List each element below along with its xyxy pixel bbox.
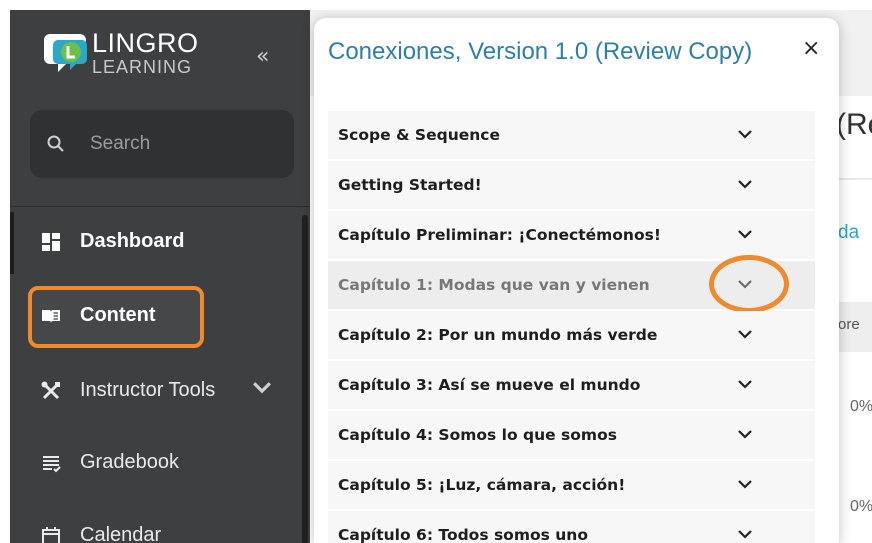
book-icon bbox=[42, 309, 60, 323]
sidebar: LINGRO LEARNING « Search Dashboard Conte… bbox=[10, 10, 310, 543]
sidebar-item-content[interactable]: Content bbox=[40, 304, 156, 327]
chapter-label: Capítulo 1: Modas que van y vienen bbox=[338, 276, 650, 294]
search-placeholder: Search bbox=[90, 133, 151, 154]
chapter-row[interactable]: Scope & Sequence bbox=[328, 111, 815, 159]
sidebar-item-gradebook[interactable]: Gradebook bbox=[40, 451, 179, 474]
background-page-title: (Re bbox=[836, 108, 872, 141]
gradebook-icon bbox=[43, 455, 61, 472]
chapter-label: Scope & Sequence bbox=[338, 126, 500, 144]
chapter-label: Getting Started! bbox=[338, 176, 482, 194]
chapter-row[interactable]: Capítulo 4: Somos lo que somos bbox=[328, 411, 815, 459]
chevron-down-icon[interactable] bbox=[736, 477, 754, 491]
chevron-down-icon[interactable] bbox=[736, 527, 754, 541]
chapter-label: Capítulo 5: ¡Luz, cámara, acción! bbox=[338, 476, 626, 494]
sidebar-item-calendar[interactable]: Calendar bbox=[40, 524, 161, 543]
brand-logo[interactable]: LINGRO LEARNING bbox=[44, 30, 199, 78]
dashboard-icon bbox=[42, 232, 60, 251]
chapter-label: Capítulo 6: Todos somos uno bbox=[338, 526, 588, 543]
collapse-sidebar-icon[interactable]: « bbox=[256, 44, 269, 69]
chevron-down-icon[interactable] bbox=[251, 377, 291, 404]
calendar-icon bbox=[42, 526, 60, 543]
chapter-row[interactable]: Capítulo 6: Todos somos uno bbox=[328, 511, 815, 543]
sidebar-divider bbox=[10, 206, 310, 207]
brand-subname: LEARNING bbox=[92, 57, 193, 77]
chapter-row[interactable]: Capítulo 1: Modas que van y vienen bbox=[328, 255, 815, 313]
content-drawer: Conexiones, Version 1.0 (Review Copy) × … bbox=[314, 18, 839, 543]
chapter-label: Capítulo 4: Somos lo que somos bbox=[338, 426, 617, 444]
chevron-down-icon[interactable] bbox=[736, 427, 754, 441]
chapter-row[interactable]: Capítulo 3: Así se mueve el mundo bbox=[328, 361, 815, 409]
background-score-value: 0% bbox=[850, 498, 872, 515]
sidebar-item-label: Dashboard bbox=[80, 230, 185, 252]
background-column-header: ore bbox=[838, 316, 860, 333]
drawer-title: Conexiones, Version 1.0 (Review Copy) bbox=[328, 38, 753, 65]
sidebar-scrollbar[interactable] bbox=[302, 215, 308, 543]
chevron-down-icon[interactable] bbox=[736, 127, 754, 141]
nav-active-indicator bbox=[10, 212, 14, 274]
chapter-list: Scope & Sequence Getting Started! Capítu… bbox=[328, 111, 815, 543]
chapter-row[interactable]: Capítulo Preliminar: ¡Conectémonos! bbox=[328, 211, 815, 259]
chevron-down-icon[interactable] bbox=[736, 327, 754, 341]
chapter-label: Capítulo 3: Así se mueve el mundo bbox=[338, 376, 641, 394]
chapter-row[interactable]: Getting Started! bbox=[328, 161, 815, 209]
background-divider bbox=[836, 178, 872, 180]
chevron-down-icon[interactable] bbox=[736, 177, 754, 191]
background-tab[interactable]: da bbox=[838, 222, 859, 244]
sidebar-item-label: Instructor Tools bbox=[80, 379, 216, 401]
sidebar-item-label: Calendar bbox=[80, 524, 162, 543]
sidebar-item-dashboard[interactable]: Dashboard bbox=[40, 230, 184, 253]
sidebar-item-instructor-tools[interactable]: Instructor Tools bbox=[40, 377, 291, 404]
search-icon bbox=[47, 135, 64, 152]
tools-icon bbox=[41, 381, 60, 399]
chapter-row[interactable]: Capítulo 5: ¡Luz, cámara, acción! bbox=[328, 461, 815, 509]
chapter-row[interactable]: Capítulo 2: Por un mundo más verde bbox=[328, 311, 815, 359]
chapter-label: Capítulo Preliminar: ¡Conectémonos! bbox=[338, 226, 661, 244]
brand-name: LINGRO bbox=[92, 28, 199, 58]
search-input[interactable]: Search bbox=[30, 110, 294, 178]
close-icon[interactable]: × bbox=[802, 36, 820, 61]
chevron-down-icon[interactable] bbox=[736, 227, 754, 241]
background-score-value: 0% bbox=[850, 398, 872, 415]
chevron-down-icon[interactable] bbox=[736, 277, 754, 291]
chapter-label: Capítulo 2: Por un mundo más verde bbox=[338, 326, 658, 344]
sidebar-item-label: Content bbox=[80, 304, 156, 326]
sidebar-item-label: Gradebook bbox=[80, 451, 179, 473]
chevron-down-icon[interactable] bbox=[736, 377, 754, 391]
lingro-logo-icon bbox=[44, 30, 90, 78]
